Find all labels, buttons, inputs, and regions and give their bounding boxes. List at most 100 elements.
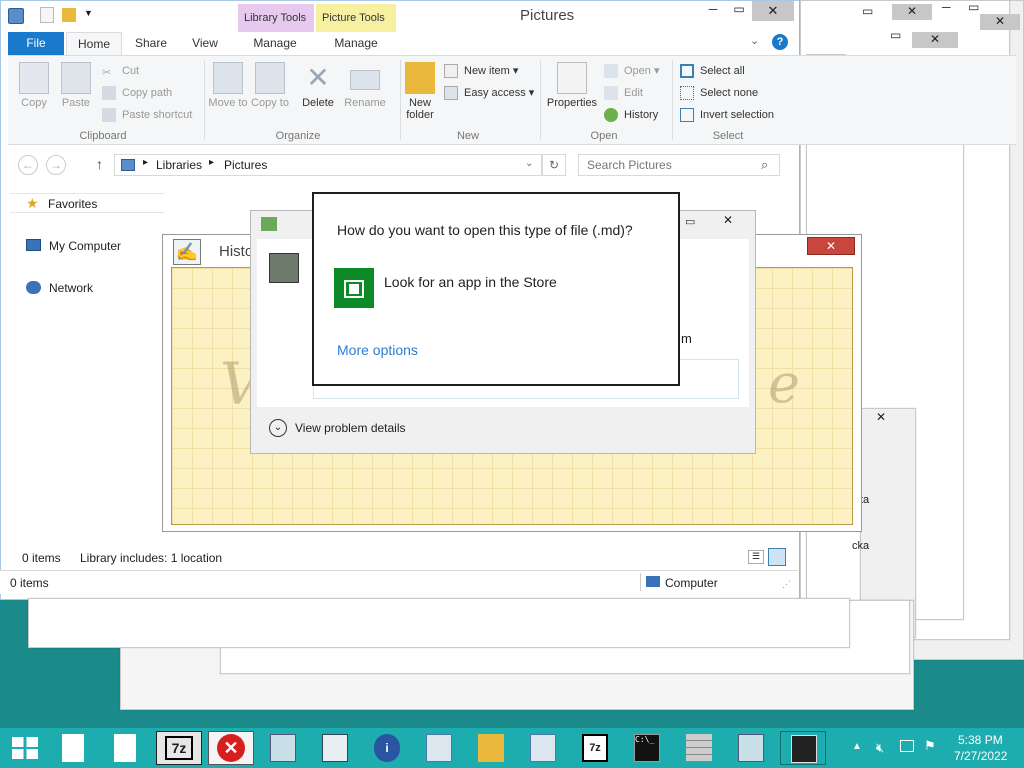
speaker-muted-icon[interactable]: 🔇︎ — [876, 740, 884, 756]
firewall-icon — [686, 734, 712, 762]
details-view-icon[interactable]: ☰ — [748, 550, 764, 564]
chevron-down-icon: ⌄ — [269, 419, 287, 437]
edit-button[interactable]: Edit — [604, 84, 643, 102]
nav-favorites[interactable]: ★ Favorites — [10, 193, 164, 213]
rename-button[interactable]: Rename — [342, 62, 388, 109]
new-item-button[interactable]: New item ▾ — [444, 62, 518, 80]
taskbar-app-4[interactable] — [312, 731, 358, 765]
more-options-link[interactable]: More options — [337, 342, 418, 358]
copy-path-button[interactable]: Copy path — [102, 84, 172, 102]
help-icon[interactable]: ? — [772, 34, 788, 50]
notepad-icon — [270, 734, 296, 762]
error-dialog-maximize[interactable]: ▭ — [685, 215, 695, 228]
search-placeholder: Search Pictures — [587, 158, 672, 172]
back-button[interactable]: ← — [18, 155, 38, 175]
tab-share[interactable]: Share — [126, 32, 176, 55]
address-bar[interactable]: ▸ Libraries ▸ Pictures ⌄ — [114, 154, 542, 176]
large-icons-view-icon[interactable] — [768, 548, 786, 566]
computer-icon — [26, 239, 41, 251]
copy-to-button[interactable]: Copy to — [250, 62, 290, 109]
forward-button[interactable]: → — [46, 155, 66, 175]
easy-access-button[interactable]: Easy access ▾ — [444, 84, 534, 102]
group-label-clipboard: Clipboard — [79, 130, 127, 142]
quick-access-dropdown-icon[interactable]: ▼ — [84, 8, 93, 18]
invert-selection-button[interactable]: Invert selection — [680, 106, 774, 124]
paste-button[interactable]: Paste — [56, 62, 96, 109]
quick-access-newfolder-icon[interactable] — [62, 8, 76, 22]
history-app-icon: ✍ — [173, 239, 201, 265]
select-none-button[interactable]: Select none — [680, 84, 758, 102]
maximize-button[interactable]: ▭ — [726, 2, 752, 20]
taskbar-7zip[interactable]: 7z — [156, 731, 202, 765]
store-option[interactable]: Look for an app in the Store — [334, 268, 654, 310]
close-button[interactable]: ✕ — [752, 1, 794, 21]
bg-dialog-close[interactable]: ✕ — [876, 410, 886, 424]
taskbar-file-2[interactable] — [104, 731, 150, 765]
computer-icon — [646, 576, 660, 587]
tab-manage-library[interactable]: Manage — [240, 32, 310, 55]
taskbar-explorer[interactable] — [468, 731, 514, 765]
taskbar-7zip-2[interactable]: 7z — [572, 731, 618, 765]
error-dialog-close[interactable]: ✕ — [705, 213, 751, 231]
minimize-button[interactable]: ─ — [700, 2, 726, 20]
bug-icon — [791, 735, 817, 763]
delete-button[interactable]: ✕ Delete — [298, 62, 338, 109]
edit-icon — [604, 86, 618, 100]
library-icon — [121, 159, 135, 171]
expand-ribbon-icon[interactable]: ⌄ — [750, 34, 759, 47]
bg-text-2: cka — [852, 540, 870, 552]
nav-favorites-label: Favorites — [48, 197, 98, 211]
store-icon — [334, 268, 374, 308]
paste-shortcut-button[interactable]: Paste shortcut — [102, 106, 192, 124]
tab-manage-picture[interactable]: Manage — [320, 32, 392, 55]
open-button[interactable]: Open ▾ — [604, 62, 660, 80]
start-button[interactable] — [0, 731, 46, 765]
flag-icon[interactable]: ⚑ — [924, 738, 936, 754]
clock-time[interactable]: 5:38 PM — [958, 733, 1003, 747]
resize-grip-icon[interactable]: ⋰ — [782, 579, 791, 590]
breadcrumb-libraries[interactable]: Libraries — [156, 158, 202, 172]
error-icon: ✕ — [217, 734, 245, 762]
properties-button[interactable]: Properties — [542, 62, 602, 109]
cut-button[interactable]: ✂ Cut — [102, 62, 139, 80]
up-button[interactable]: ↑ — [96, 156, 103, 172]
select-all-button[interactable]: Select all — [680, 62, 745, 80]
tab-view[interactable]: View — [182, 32, 228, 55]
history-button[interactable]: History — [604, 106, 658, 124]
copy-button[interactable]: Copy — [14, 62, 54, 109]
taskbar-app-8[interactable] — [520, 731, 566, 765]
taskbar-app-12[interactable] — [728, 731, 774, 765]
bg-close-1[interactable]: ✕ — [892, 4, 932, 20]
taskbar-app-6[interactable] — [416, 731, 462, 765]
ribbon-separator — [204, 60, 205, 140]
select-none-icon — [680, 86, 694, 100]
taskbar-app-3[interactable] — [260, 731, 306, 765]
network-status-icon[interactable] — [900, 740, 914, 752]
copy-icon — [19, 62, 49, 94]
tab-home[interactable]: Home — [66, 32, 122, 55]
taskbar-error-app[interactable]: ✕ — [208, 731, 254, 765]
bg-close-2[interactable]: ✕ — [980, 14, 1020, 30]
quick-access-properties-icon[interactable] — [40, 7, 54, 23]
context-tab-picture-tools[interactable]: Picture Tools — [316, 4, 396, 32]
clock-date[interactable]: 7/27/2022 — [954, 749, 1007, 763]
taskbar-cmd[interactable]: C:\_ — [624, 731, 670, 765]
tab-file[interactable]: File — [8, 32, 64, 55]
new-folder-button[interactable]: New folder — [400, 62, 440, 121]
move-to-button[interactable]: Move to — [208, 62, 248, 109]
refresh-button[interactable]: ↻ — [542, 154, 566, 176]
address-dropdown-icon[interactable]: ⌄ — [525, 158, 533, 169]
context-tab-library-tools[interactable]: Library Tools — [238, 4, 314, 32]
taskbar-file-1[interactable] — [52, 731, 98, 765]
search-input[interactable]: Search Pictures ⌕ — [578, 154, 780, 176]
show-hidden-icons[interactable]: ▲ — [852, 741, 862, 752]
breadcrumb-pictures[interactable]: Pictures — [224, 158, 267, 172]
bg-minimize-2[interactable]: ─ — [942, 0, 951, 14]
bg-minimize-1[interactable]: ▭ — [862, 4, 873, 18]
taskbar-app-13[interactable] — [780, 731, 826, 765]
taskbar-app-5[interactable]: i — [364, 731, 410, 765]
bg-maximize-2[interactable]: ▭ — [968, 0, 979, 14]
taskbar-app-11[interactable] — [676, 731, 722, 765]
explorer-app-icon — [8, 8, 24, 24]
history-close-button[interactable]: ✕ — [807, 237, 855, 255]
